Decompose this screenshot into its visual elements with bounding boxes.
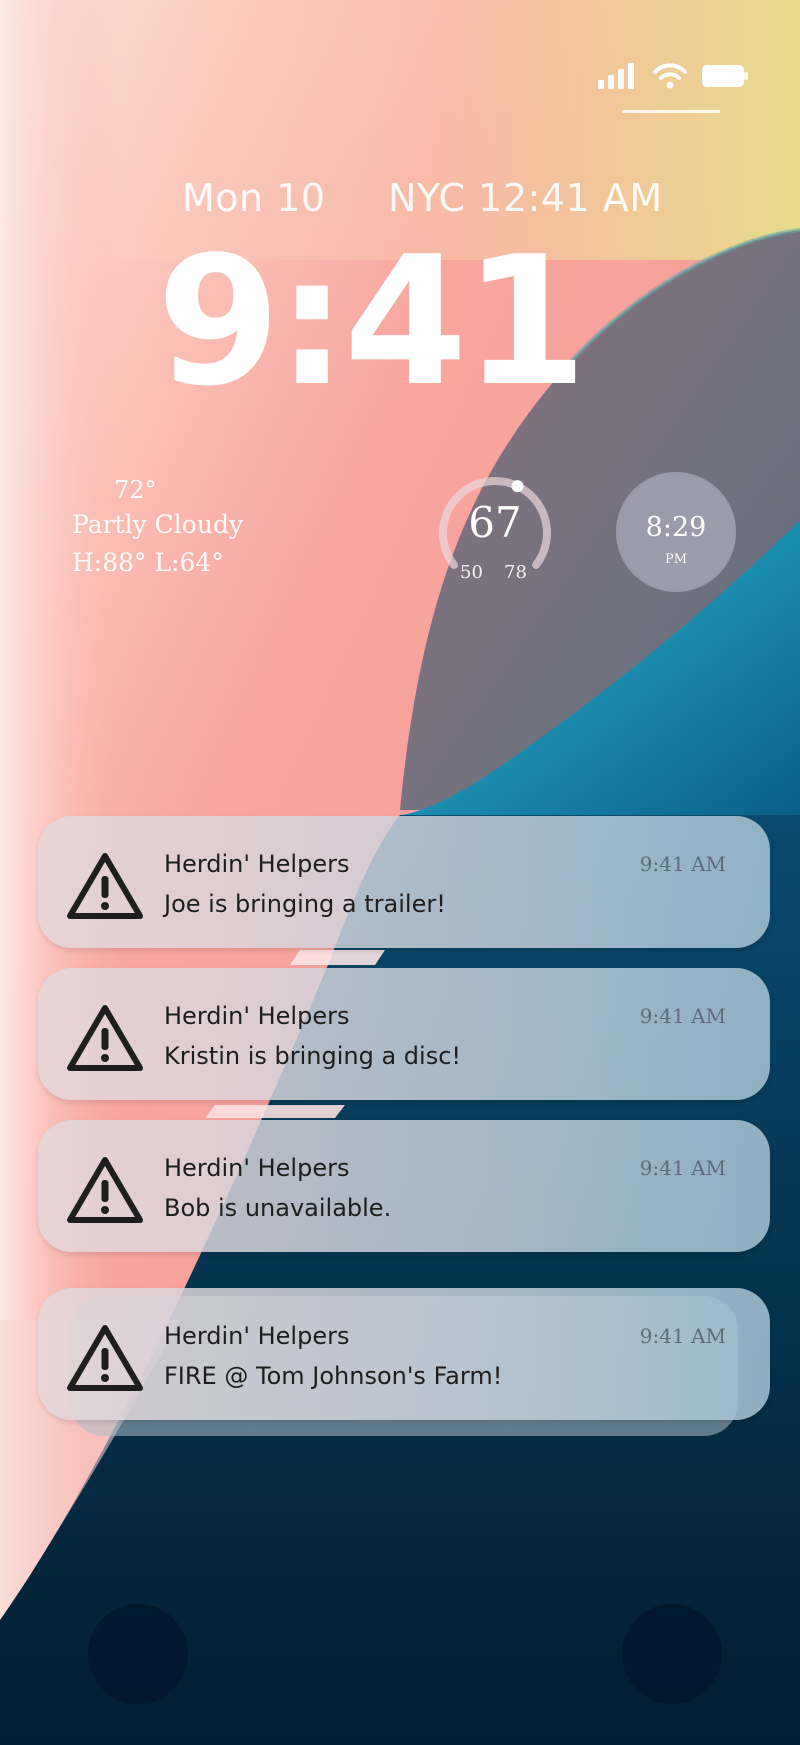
camera-button[interactable] — [622, 1604, 722, 1704]
flashlight-button[interactable] — [88, 1604, 188, 1704]
clock-widget[interactable]: 8:29 PM — [616, 472, 736, 592]
notification-app-name: Herdin' Helpers — [164, 850, 350, 878]
warning-icon — [67, 1157, 143, 1223]
gauge-min: 50 — [460, 562, 483, 583]
notification-time: 9:41 AM — [639, 1324, 726, 1348]
gauge-max: 78 — [504, 562, 527, 583]
lock-screen: Mon 10 NYC 12:41 AM 9:41 72° Partly Clou… — [0, 0, 800, 1745]
status-bar — [598, 62, 748, 90]
wifi-icon — [653, 63, 687, 89]
clock-widget-time: 8:29 — [645, 512, 707, 543]
notification-time: 9:41 AM — [639, 852, 726, 876]
battery-icon — [702, 65, 748, 87]
weather-high-low: H:88° L:64° — [72, 548, 224, 577]
notification-card[interactable]: Herdin' Helpers Bob is unavailable. 9:41… — [38, 1120, 770, 1252]
notification-time: 9:41 AM — [639, 1004, 726, 1028]
lock-screen-clock: 9:41 — [156, 218, 588, 425]
clock-widget-ampm: PM — [664, 552, 688, 567]
notification-message: Kristin is bringing a disc! — [164, 1042, 462, 1070]
notification-card[interactable]: Herdin' Helpers FIRE @ Tom Johnson's Far… — [38, 1288, 770, 1420]
warning-icon — [67, 1005, 143, 1071]
gauge-value: 67 — [468, 498, 522, 547]
notification-app-name: Herdin' Helpers — [164, 1322, 350, 1350]
notification-message: FIRE @ Tom Johnson's Farm! — [164, 1362, 503, 1390]
weather-widget[interactable]: 72° Partly Cloudy H:88° L:64° — [72, 474, 292, 582]
notification-app-name: Herdin' Helpers — [164, 1002, 350, 1030]
notification-app-name: Herdin' Helpers — [164, 1154, 350, 1182]
warning-icon — [67, 853, 143, 919]
notification-message: Joe is bringing a trailer! — [164, 890, 446, 918]
top-indicator-line — [622, 110, 720, 113]
gauge-indicator-dot — [511, 480, 524, 493]
world-clock-label: NYC 12:41 AM — [388, 176, 663, 220]
weather-temp: 72° — [114, 476, 157, 504]
temperature-gauge-widget[interactable]: 67 50 78 — [432, 470, 558, 596]
notification-time: 9:41 AM — [639, 1156, 726, 1180]
date-label: Mon 10 — [182, 176, 326, 220]
notification-message: Bob is unavailable. — [164, 1194, 392, 1222]
notification-card[interactable]: Herdin' Helpers Kristin is bringing a di… — [38, 968, 770, 1100]
notification-card[interactable]: Herdin' Helpers Joe is bringing a traile… — [38, 816, 770, 948]
cellular-signal-icon — [598, 63, 634, 89]
warning-icon — [67, 1325, 143, 1391]
weather-condition: Partly Cloudy — [72, 510, 244, 539]
